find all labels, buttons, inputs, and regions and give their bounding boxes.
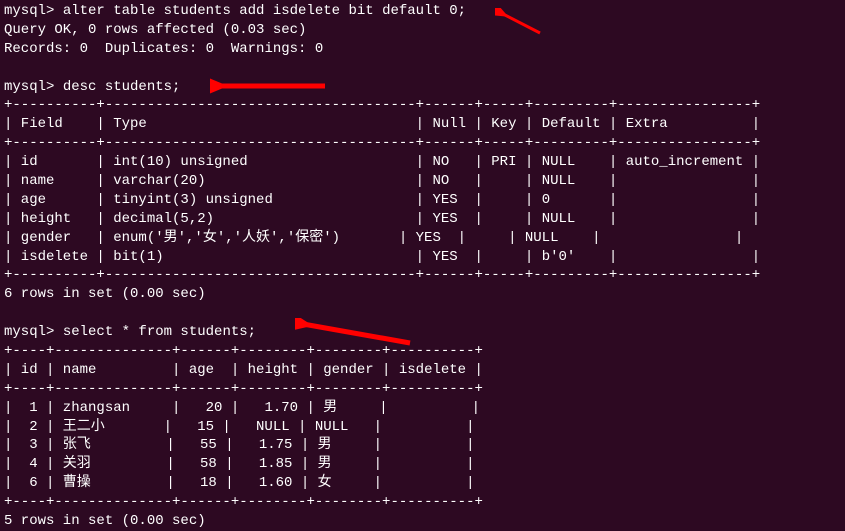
sql-command[interactable]: alter table students add isdelete bit de… xyxy=(63,3,466,19)
query-summary: 6 rows in set (0.00 sec) xyxy=(4,285,841,304)
table-header: | Field | Type | Null | Key | Default | … xyxy=(4,115,841,134)
table-header: | id | name | age | height | gender | is… xyxy=(4,361,841,380)
terminal-line-cmd2: mysql> desc students; xyxy=(4,78,841,97)
terminal-line-cmd3: mysql> select * from students; xyxy=(4,323,841,342)
table-row: | 4 | 关羽 | 58 | 1.85 | 男 | | xyxy=(4,455,841,474)
query-result: Records: 0 Duplicates: 0 Warnings: 0 xyxy=(4,40,841,59)
table-row: | id | int(10) unsigned | NO | PRI | NUL… xyxy=(4,153,841,172)
table-row: | 6 | 曹操 | 18 | 1.60 | 女 | | xyxy=(4,474,841,493)
table-row: | 2 | 王二小 | 15 | NULL | NULL | | xyxy=(4,418,841,437)
table-border: +----+--------------+------+--------+---… xyxy=(4,342,841,361)
blank-line xyxy=(4,304,841,323)
table-border: +----+--------------+------+--------+---… xyxy=(4,380,841,399)
query-summary: 5 rows in set (0.00 sec) xyxy=(4,512,841,531)
terminal-line-cmd1: mysql> alter table students add isdelete… xyxy=(4,2,841,21)
mysql-prompt: mysql> xyxy=(4,324,63,340)
blank-line xyxy=(4,59,841,78)
table-row: | height | decimal(5,2) | YES | | NULL |… xyxy=(4,210,841,229)
query-result: Query OK, 0 rows affected (0.03 sec) xyxy=(4,21,841,40)
table-row: | 3 | 张飞 | 55 | 1.75 | 男 | | xyxy=(4,436,841,455)
mysql-prompt: mysql> xyxy=(4,79,63,95)
table-border: +----+--------------+------+--------+---… xyxy=(4,493,841,512)
table-border: +----------+----------------------------… xyxy=(4,134,841,153)
table-border: +----------+----------------------------… xyxy=(4,96,841,115)
table-border: +----------+----------------------------… xyxy=(4,266,841,285)
table-row: | age | tinyint(3) unsigned | YES | | 0 … xyxy=(4,191,841,210)
table-row: | gender | enum('男','女','人妖','保密') | YES… xyxy=(4,229,841,248)
table-row: | name | varchar(20) | NO | | NULL | | xyxy=(4,172,841,191)
sql-command[interactable]: select * from students; xyxy=(63,324,256,340)
table-row: | isdelete | bit(1) | YES | | b'0' | | xyxy=(4,248,841,267)
table-row: | 1 | zhangsan | 20 | 1.70 | 男 | | xyxy=(4,399,841,418)
mysql-prompt: mysql> xyxy=(4,3,63,19)
sql-command[interactable]: desc students; xyxy=(63,79,181,95)
